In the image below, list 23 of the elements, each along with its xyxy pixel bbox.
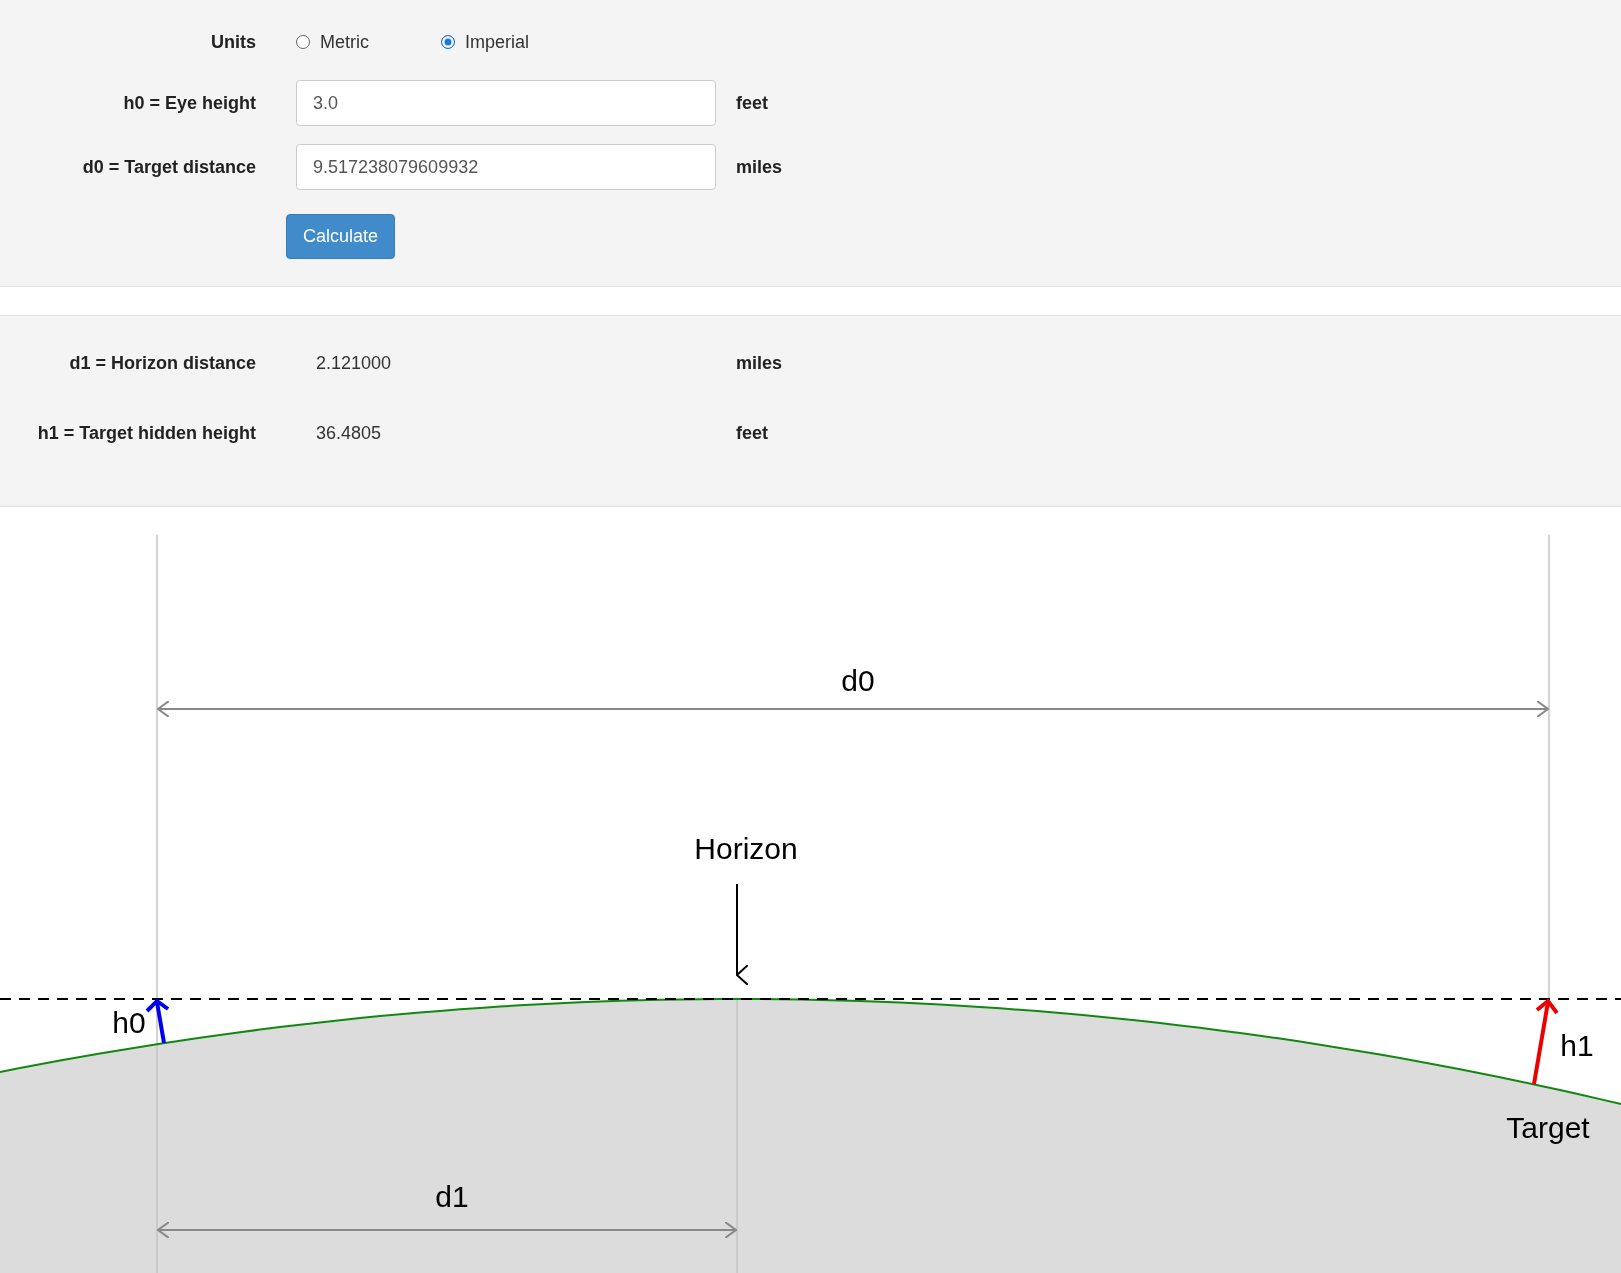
input-field[interactable]: 3.0 bbox=[296, 80, 716, 126]
result-label: h1 = Target hidden height bbox=[36, 422, 256, 444]
diagram-label: h1 bbox=[1560, 1029, 1594, 1062]
diagram-label: Horizon bbox=[694, 832, 798, 865]
unit-label: miles bbox=[736, 156, 783, 178]
result-value: 36.4805 bbox=[316, 422, 383, 444]
result-label: d1 = Horizon distance bbox=[68, 352, 256, 374]
unit-radio[interactable]: Metric bbox=[296, 31, 369, 53]
units-label: Units bbox=[210, 31, 256, 53]
height-arrow bbox=[145, 998, 170, 1044]
diagram-label: d1 bbox=[435, 1180, 469, 1213]
unit-label: miles bbox=[736, 352, 783, 374]
result-value: 2.121000 bbox=[316, 352, 393, 374]
field-label: d0 = Target distance bbox=[81, 156, 256, 178]
unit-radio[interactable]: Imperial bbox=[441, 31, 530, 53]
unit-label: feet bbox=[736, 422, 768, 444]
unit-label: feet bbox=[736, 92, 768, 114]
diagram-label: d0 bbox=[841, 664, 875, 697]
field-label: h0 = Eye height bbox=[122, 92, 256, 114]
input-field[interactable]: 9.517238079609932 bbox=[296, 144, 716, 190]
diagram-label: Target bbox=[1506, 1111, 1590, 1144]
calculate-button[interactable]: Calculate bbox=[286, 214, 396, 259]
diagram-label: h0 bbox=[112, 1006, 146, 1039]
